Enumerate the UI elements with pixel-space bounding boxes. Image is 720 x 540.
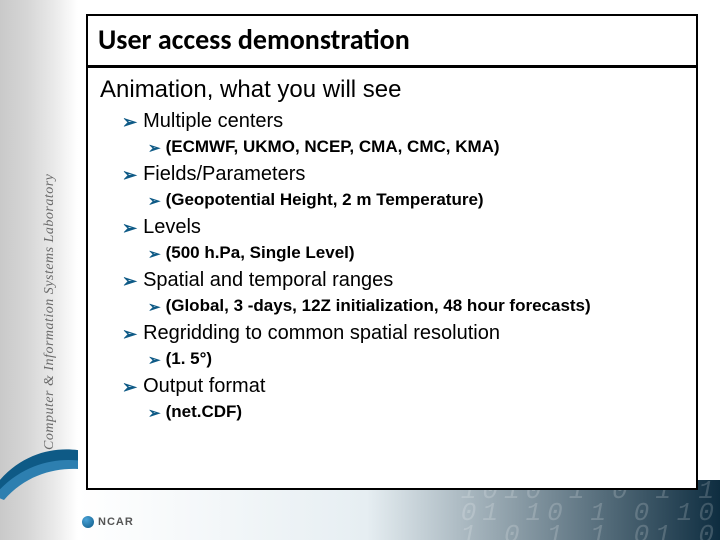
list-item: ➢ Multiple centers ➢ (ECMWF, UKMO, NCEP, C… bbox=[122, 110, 684, 157]
item-label: Output format bbox=[143, 375, 265, 398]
ncar-globe-icon bbox=[82, 516, 94, 528]
arrow-bullet-icon: ➢ bbox=[148, 192, 161, 210]
lab-name-vertical: Computer & Information Systems Laborator… bbox=[42, 174, 58, 450]
slide-subtitle: Animation, what you will see bbox=[100, 76, 684, 104]
arrow-bullet-icon: ➢ bbox=[148, 245, 161, 263]
item-label: Regridding to common spatial resolution bbox=[143, 322, 500, 345]
slide: Computer & Information Systems Laborator… bbox=[0, 0, 720, 540]
arrow-bullet-icon: ➢ bbox=[122, 218, 137, 239]
arrow-bullet-icon: ➢ bbox=[148, 139, 161, 157]
list-item: ➢ (net.CDF) bbox=[148, 402, 684, 422]
list-item: ➢ (Geopotential Height, 2 m Temperature) bbox=[148, 190, 684, 210]
arrow-bullet-icon: ➢ bbox=[148, 298, 161, 316]
title-box: User access demonstration bbox=[86, 14, 698, 67]
item-sub: (ECMWF, UKMO, NCEP, CMA, CMC, KMA) bbox=[166, 137, 500, 157]
item-sub: (Global, 3 -days, 12Z initialization, 48… bbox=[166, 296, 591, 316]
list-item: ➢ Spatial and temporal ranges ➢ (Global, 3… bbox=[122, 269, 684, 316]
arrow-bullet-icon: ➢ bbox=[122, 271, 137, 292]
item-sub: (Geopotential Height, 2 m Temperature) bbox=[166, 190, 484, 210]
ncar-logo: NCAR bbox=[82, 516, 134, 528]
list-item: ➢ Fields/Parameters ➢ (Geopotential Height… bbox=[122, 163, 684, 210]
arrow-bullet-icon: ➢ bbox=[148, 351, 161, 369]
left-sidebar-band: Computer & Information Systems Laborator… bbox=[0, 0, 78, 540]
item-label: Multiple centers bbox=[143, 110, 283, 133]
item-label: Levels bbox=[143, 216, 201, 239]
list-item: ➢ Levels ➢ (500 h.Pa, Single Level) bbox=[122, 216, 684, 263]
item-label: Spatial and temporal ranges bbox=[143, 269, 393, 292]
arrow-bullet-icon: ➢ bbox=[122, 324, 137, 345]
arrow-bullet-icon: ➢ bbox=[122, 377, 137, 398]
ncar-logo-text: NCAR bbox=[98, 516, 134, 528]
arrow-bullet-icon: ➢ bbox=[148, 404, 161, 422]
bullet-list: ➢ Multiple centers ➢ (ECMWF, UKMO, NCEP, C… bbox=[100, 110, 684, 422]
list-item: ➢ (ECMWF, UKMO, NCEP, CMA, CMC, KMA) bbox=[148, 137, 684, 157]
item-sub: (500 h.Pa, Single Level) bbox=[166, 243, 355, 263]
arrow-bullet-icon: ➢ bbox=[122, 112, 137, 133]
slide-title: User access demonstration bbox=[98, 22, 686, 57]
list-item: ➢ Regridding to common spatial resolution… bbox=[122, 322, 684, 369]
cisl-swoosh-logo bbox=[0, 440, 78, 500]
item-label: Fields/Parameters bbox=[143, 163, 305, 186]
item-sub: (1. 5°) bbox=[166, 349, 212, 369]
arrow-bullet-icon: ➢ bbox=[122, 165, 137, 186]
body-box: Animation, what you will see ➢ Multiple c… bbox=[86, 66, 698, 490]
list-item: ➢ (Global, 3 -days, 12Z initialization, 4… bbox=[148, 296, 684, 316]
item-sub: (net.CDF) bbox=[166, 402, 242, 422]
list-item: ➢ (500 h.Pa, Single Level) bbox=[148, 243, 684, 263]
list-item: ➢ (1. 5°) bbox=[148, 349, 684, 369]
list-item: ➢ Output format ➢ (net.CDF) bbox=[122, 375, 684, 422]
